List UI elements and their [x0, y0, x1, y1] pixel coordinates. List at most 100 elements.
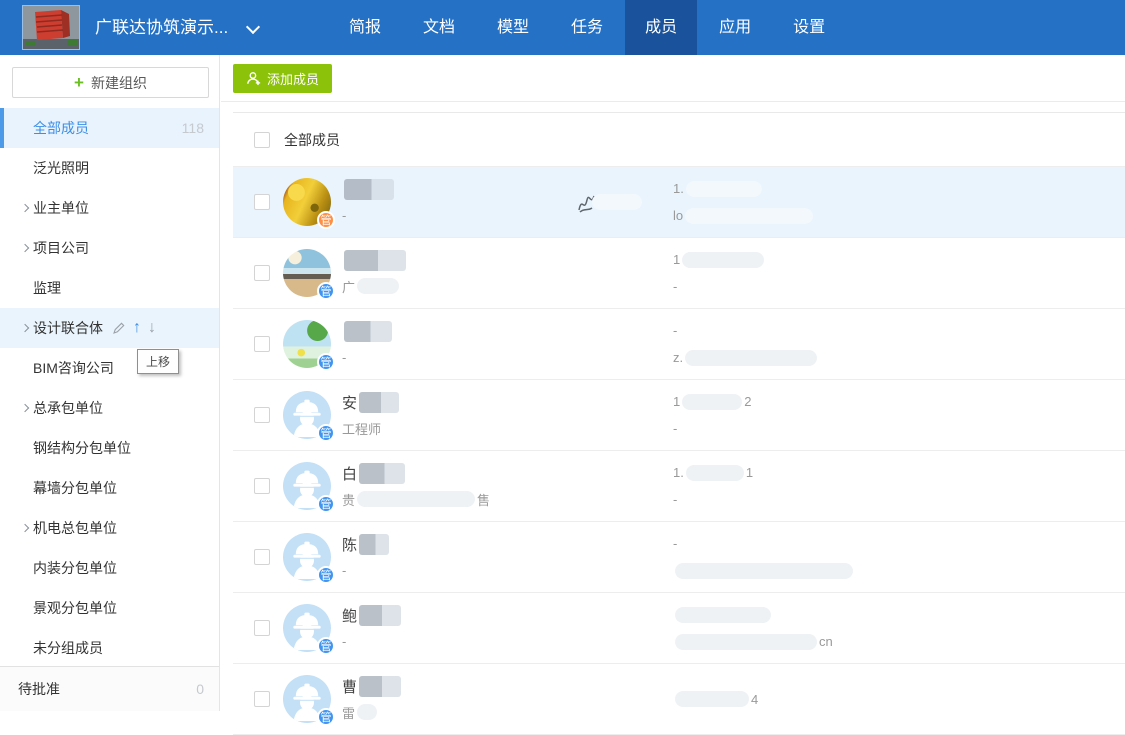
- sidebar-item-幕墙分包单位[interactable]: 幕墙分包单位: [0, 468, 219, 508]
- row-checkbox[interactable]: [254, 478, 270, 494]
- row-checkbox[interactable]: [254, 691, 270, 707]
- org-label: 幕墙分包单位: [33, 478, 117, 498]
- sidebar-item-内装分包单位[interactable]: 内装分包单位: [0, 548, 219, 588]
- main-content: 添加成员 全部成员 管-1.lo管广1-管--z.管安工程师12-管白贵售1.1…: [221, 55, 1125, 711]
- sidebar-item-监理[interactable]: 监理: [0, 268, 219, 308]
- member-name-cell: -: [342, 323, 576, 366]
- redacted-text: [686, 181, 762, 197]
- member-row[interactable]: 管--z.: [233, 309, 1125, 380]
- member-name: 白: [342, 465, 576, 482]
- member-email: -: [673, 420, 1125, 437]
- org-label: 项目公司: [33, 238, 89, 258]
- member-contact-cell: 1-: [673, 251, 1125, 295]
- row-checkbox[interactable]: [254, 336, 270, 352]
- pending-count: 0: [196, 681, 204, 697]
- edit-pencil-icon[interactable]: [112, 321, 126, 335]
- admin-badge: 管: [317, 424, 335, 442]
- sidebar-item-总承包单位[interactable]: 总承包单位: [0, 388, 219, 428]
- redacted-text: [359, 392, 399, 413]
- project-logo[interactable]: [22, 5, 80, 50]
- sidebar-item-未分组成员[interactable]: 未分组成员: [0, 628, 219, 668]
- org-count: 118: [182, 120, 204, 136]
- sidebar-item-BIM咨询公司[interactable]: BIM咨询公司: [0, 348, 219, 388]
- member-name-cell: 曹雷: [342, 678, 576, 721]
- redacted-text: [359, 534, 389, 555]
- member-subtitle: -: [342, 207, 576, 224]
- sidebar-item-设计联合体[interactable]: 设计联合体↑↓: [0, 308, 219, 348]
- sidebar-item-业主单位[interactable]: 业主单位: [0, 188, 219, 228]
- sidebar: + 新建组织 全部成员118泛光照明业主单位项目公司监理设计联合体↑↓BIM咨询…: [0, 55, 220, 711]
- avatar: 管: [283, 391, 331, 439]
- add-member-label: 添加成员: [267, 69, 319, 88]
- member-name: [342, 252, 576, 269]
- member-contact-cell: 12-: [673, 393, 1125, 437]
- org-label: 景观分包单位: [33, 598, 117, 618]
- sidebar-item-泛光照明[interactable]: 泛光照明: [0, 148, 219, 188]
- add-member-button[interactable]: 添加成员: [233, 64, 332, 93]
- member-phone: -: [673, 322, 1125, 339]
- tab-简报[interactable]: 简报: [329, 0, 401, 55]
- member-contact-cell: - z.: [673, 322, 1125, 366]
- member-name: 安: [342, 394, 576, 411]
- redacted-text: [359, 463, 405, 484]
- chevron-right-icon[interactable]: [21, 524, 29, 532]
- project-title[interactable]: 广联达协筑演示...: [95, 0, 228, 55]
- member-row[interactable]: 管陈- -: [233, 522, 1125, 593]
- member-row[interactable]: 管安工程师 12-: [233, 380, 1125, 451]
- org-label: 监理: [33, 278, 61, 298]
- member-row[interactable]: 管鲍-cn: [233, 593, 1125, 664]
- tab-设置[interactable]: 设置: [773, 0, 845, 55]
- member-row[interactable]: 管-1.lo: [233, 167, 1125, 238]
- tab-任务[interactable]: 任务: [551, 0, 623, 55]
- admin-badge: 管: [317, 566, 335, 584]
- member-phone: 1.: [673, 180, 1125, 197]
- select-all-label: 全部成员: [284, 130, 340, 150]
- new-org-button[interactable]: + 新建组织: [12, 67, 209, 98]
- tab-文档[interactable]: 文档: [403, 0, 475, 55]
- redacted-text: [675, 607, 771, 623]
- sidebar-item-项目公司[interactable]: 项目公司: [0, 228, 219, 268]
- org-label: 泛光照明: [33, 158, 89, 178]
- row-checkbox[interactable]: [254, 620, 270, 636]
- move-up-icon[interactable]: ↑: [133, 319, 141, 337]
- plus-icon: +: [74, 74, 84, 91]
- member-table: 全部成员 管-1.lo管广1-管--z.管安工程师12-管白贵售1.1-管陈--…: [233, 112, 1125, 735]
- redacted-text: [675, 563, 853, 579]
- chevron-right-icon[interactable]: [21, 324, 29, 332]
- chevron-down-icon[interactable]: [246, 20, 260, 34]
- sidebar-item-全部成员[interactable]: 全部成员118: [0, 108, 219, 148]
- row-checkbox[interactable]: [254, 549, 270, 565]
- redacted-text: [592, 194, 642, 210]
- sidebar-item-机电总包单位[interactable]: 机电总包单位: [0, 508, 219, 548]
- sidebar-item-景观分包单位[interactable]: 景观分包单位: [0, 588, 219, 628]
- row-checkbox[interactable]: [254, 194, 270, 210]
- tab-应用[interactable]: 应用: [699, 0, 771, 55]
- member-row[interactable]: 管白贵售1.1-: [233, 451, 1125, 522]
- chevron-right-icon[interactable]: [21, 244, 29, 252]
- move-down-icon[interactable]: ↓: [148, 319, 156, 337]
- member-email: [673, 562, 1125, 579]
- admin-badge: 管: [317, 353, 335, 371]
- member-row[interactable]: 管曹雷4: [233, 664, 1125, 735]
- chevron-right-icon[interactable]: [21, 404, 29, 412]
- member-email: z.: [673, 349, 1125, 366]
- row-checkbox[interactable]: [254, 265, 270, 281]
- select-all-checkbox[interactable]: [254, 132, 270, 148]
- org-label: 内装分包单位: [33, 558, 117, 578]
- sidebar-item-钢结构分包单位[interactable]: 钢结构分包单位: [0, 428, 219, 468]
- member-contact-cell: 4: [673, 691, 1125, 708]
- member-note: [576, 194, 673, 211]
- org-label: 总承包单位: [33, 398, 103, 418]
- tab-模型[interactable]: 模型: [477, 0, 549, 55]
- sidebar-item-pending[interactable]: 待批准 0: [0, 666, 219, 711]
- member-subtitle: 工程师: [342, 420, 576, 437]
- org-label: 钢结构分包单位: [33, 438, 131, 458]
- avatar: 管: [283, 462, 331, 510]
- tab-成员[interactable]: 成员: [625, 0, 697, 55]
- member-name-cell: 陈-: [342, 536, 576, 579]
- member-row[interactable]: 管广1-: [233, 238, 1125, 309]
- row-checkbox[interactable]: [254, 407, 270, 423]
- redacted-text: [359, 605, 401, 626]
- chevron-right-icon[interactable]: [21, 204, 29, 212]
- member-phone: -: [673, 535, 1125, 552]
